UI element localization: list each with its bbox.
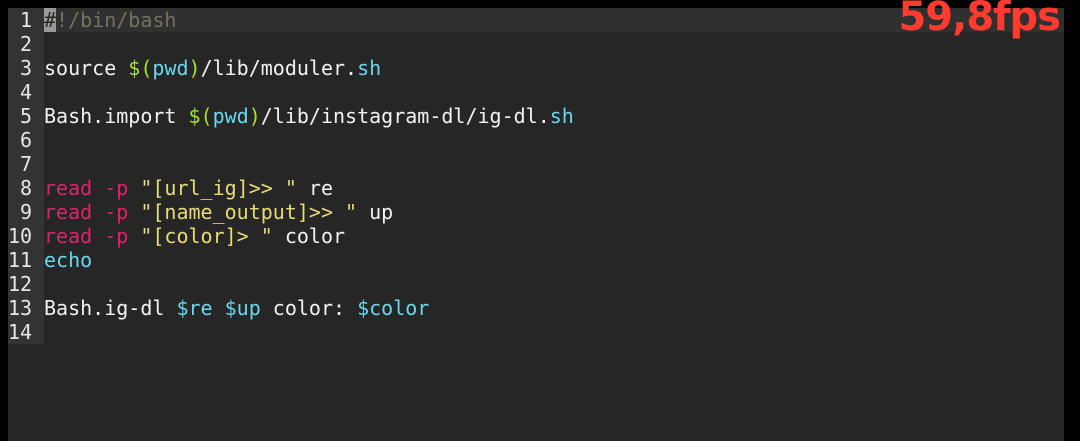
code-token: echo	[44, 248, 93, 272]
line-number: 9	[19, 200, 32, 224]
code-token: $(	[128, 56, 153, 80]
line-number: 13	[8, 296, 33, 320]
code-token: read	[44, 200, 93, 224]
code-token: /lib/moduler.	[200, 56, 358, 80]
code-token: read	[44, 176, 93, 200]
code-token: -p	[104, 224, 129, 248]
code-line[interactable]: 8 read -p "[url_ig]>> " re	[8, 176, 1064, 200]
code-token: pwd	[152, 56, 189, 80]
code-token: $color	[357, 296, 430, 320]
line-number: 6	[19, 128, 32, 152]
fps-counter: 59,8fps	[898, 0, 1061, 40]
code-token: $(	[188, 104, 213, 128]
line-number: 3	[19, 56, 32, 80]
code-token: "[color]> "	[128, 224, 273, 248]
code-token: sh	[549, 104, 574, 128]
line-number: 10	[8, 224, 33, 248]
code-token: pwd	[212, 104, 249, 128]
line-code[interactable]: echo	[44, 248, 92, 272]
code-line[interactable]: 10 read -p "[color]> " color	[8, 224, 1064, 248]
code-token: -p	[104, 176, 129, 200]
text-cursor: #	[44, 8, 57, 32]
line-code[interactable]: read -p "[color]> " color	[44, 224, 345, 248]
code-line[interactable]: 14	[8, 320, 1064, 344]
code-line[interactable]: 9 read -p "[name_output]>> " up	[8, 200, 1064, 224]
code-token: )	[188, 56, 201, 80]
code-line[interactable]: 11 echo	[8, 248, 1064, 272]
code-token: -p	[104, 200, 129, 224]
line-number: 2	[19, 32, 32, 56]
line-number: 11	[8, 248, 33, 272]
code-token: "[url_ig]>> "	[128, 176, 297, 200]
code-token: Bash.ig-dl	[44, 296, 177, 320]
code-line[interactable]: 6	[8, 128, 1064, 152]
code-token: read	[44, 224, 93, 248]
code-token: re	[296, 176, 334, 200]
code-editor[interactable]: 1 #!/bin/bash 2 3 source $(pwd)/lib/moduler.…	[8, 8, 1064, 441]
line-code[interactable]: read -p "[url_ig]>> " re	[44, 176, 333, 200]
code-token: $re	[176, 296, 213, 320]
line-number: 14	[8, 320, 33, 344]
line-code[interactable]: #!/bin/bash	[44, 8, 176, 32]
code-line[interactable]: 5 Bash.import $(pwd)/lib/instagram-dl/ig-…	[8, 104, 1064, 128]
code-token: Bash.import	[44, 104, 189, 128]
code-token: $up	[224, 296, 261, 320]
line-code[interactable]: source $(pwd)/lib/moduler.sh	[44, 56, 381, 80]
code-line[interactable]: 13 Bash.ig-dl $re $up color: $color	[8, 296, 1064, 320]
code-line[interactable]: 4	[8, 80, 1064, 104]
line-number: 8	[19, 176, 32, 200]
line-number: 12	[8, 272, 33, 296]
code-token: /lib/instagram-dl/ig-dl.	[260, 104, 550, 128]
code-line[interactable]: 3 source $(pwd)/lib/moduler.sh	[8, 56, 1064, 80]
screen: 1 #!/bin/bash 2 3 source $(pwd)/lib/moduler.…	[0, 0, 1080, 441]
code-token: !/bin/bash	[56, 8, 177, 32]
code-token: )	[248, 104, 261, 128]
code-token: up	[357, 200, 394, 224]
line-code[interactable]: Bash.ig-dl $re $up color: $color	[44, 296, 429, 320]
code-token: source	[44, 56, 129, 80]
line-number: 5	[19, 104, 32, 128]
line-number: 7	[19, 152, 32, 176]
code-line[interactable]: 12	[8, 272, 1064, 296]
code-token: color:	[260, 296, 358, 320]
code-token: sh	[357, 56, 382, 80]
line-number: 4	[19, 80, 32, 104]
code-token: "[name_output]>> "	[128, 200, 358, 224]
code-line[interactable]: 7	[8, 152, 1064, 176]
line-number: 1	[19, 8, 32, 32]
line-code[interactable]: Bash.import $(pwd)/lib/instagram-dl/ig-d…	[44, 104, 574, 128]
line-code[interactable]: read -p "[name_output]>> " up	[44, 200, 393, 224]
code-token: color	[272, 224, 346, 248]
